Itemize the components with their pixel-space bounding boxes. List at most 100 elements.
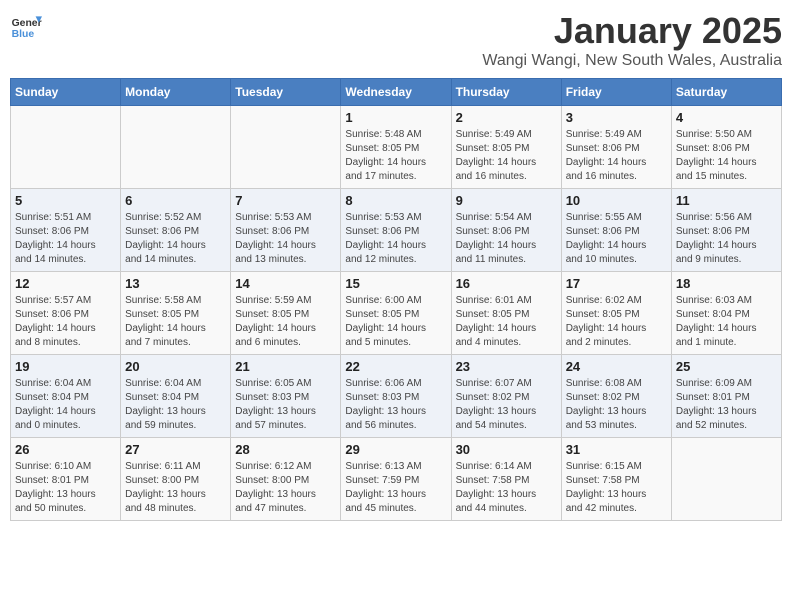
- table-row: 1 Sunrise: 5:48 AM Sunset: 8:05 PM Daylig…: [341, 106, 451, 189]
- table-row: 16 Sunrise: 6:01 AM Sunset: 8:05 PM Dayli…: [451, 272, 561, 355]
- calendar-table: Sunday Monday Tuesday Wednesday Thursday…: [10, 78, 782, 521]
- day-info: Sunrise: 5:56 AM Sunset: 8:06 PM Dayligh…: [676, 211, 777, 267]
- table-row: 17 Sunrise: 6:02 AM Sunset: 8:05 PM Dayli…: [561, 272, 671, 355]
- day-info: Sunrise: 6:14 AM Sunset: 7:58 PM Dayligh…: [456, 460, 557, 516]
- table-row: 15Sunrise: 6:00 AM Sunset: 8:05 PM Dayli…: [341, 272, 451, 355]
- table-row: 2 Sunrise: 5:49 AM Sunset: 8:05 PM Daylig…: [451, 106, 561, 189]
- day-number: 6: [125, 193, 226, 208]
- day-info: Sunrise: 5:54 AM Sunset: 8:06 PM Dayligh…: [456, 211, 557, 267]
- day-info: Sunrise: 5:55 AM Sunset: 8:06 PM Dayligh…: [566, 211, 667, 267]
- day-number: 7: [235, 193, 336, 208]
- day-number: 4: [676, 110, 777, 125]
- table-row: [11, 106, 121, 189]
- table-row: 25 Sunrise: 6:09 AM Sunset: 8:01 PM Dayli…: [671, 355, 781, 438]
- table-row: 8 Sunrise: 5:53 AM Sunset: 8:06 PM Daylig…: [341, 189, 451, 272]
- calendar-title: January 2025: [482, 10, 782, 52]
- header-wednesday: Wednesday: [341, 79, 451, 106]
- day-info: Sunrise: 6:12 AM Sunset: 8:00 PM Dayligh…: [235, 460, 336, 516]
- day-info: Sunrise: 5:49 AM Sunset: 8:05 PM Dayligh…: [456, 128, 557, 184]
- day-number: 12: [15, 276, 116, 291]
- header-monday: Monday: [121, 79, 231, 106]
- header-saturday: Saturday: [671, 79, 781, 106]
- day-number: 29: [345, 442, 446, 457]
- day-number: 30: [456, 442, 557, 457]
- day-number: 28: [235, 442, 336, 457]
- day-number: 11: [676, 193, 777, 208]
- table-row: 13 Sunrise: 5:58 AM Sunset: 8:05 PM Dayli…: [121, 272, 231, 355]
- table-row: 29 Sunrise: 6:13 AM Sunset: 7:59 PM Dayli…: [341, 438, 451, 521]
- day-info: Sunrise: 6:07 AM Sunset: 8:02 PM Dayligh…: [456, 377, 557, 433]
- day-number: 31: [566, 442, 667, 457]
- day-info: Sunrise: 6:02 AM Sunset: 8:05 PM Dayligh…: [566, 294, 667, 350]
- logo-icon: General Blue: [10, 10, 42, 42]
- table-row: 12 Sunrise: 5:57 AM Sunset: 8:06 PM Dayli…: [11, 272, 121, 355]
- page-header: General Blue January 2025 Wangi Wangi, N…: [10, 10, 782, 70]
- table-row: 26Sunrise: 6:10 AM Sunset: 8:01 PM Dayli…: [11, 438, 121, 521]
- day-number: 3: [566, 110, 667, 125]
- day-info: Sunrise: 5:51 AM Sunset: 8:06 PM Dayligh…: [15, 211, 116, 267]
- day-number: 1: [345, 110, 446, 125]
- table-row: [671, 438, 781, 521]
- table-row: 28 Sunrise: 6:12 AM Sunset: 8:00 PM Dayli…: [231, 438, 341, 521]
- day-number: 26: [15, 442, 116, 457]
- day-info: Sunrise: 5:57 AM Sunset: 8:06 PM Dayligh…: [15, 294, 116, 350]
- day-number: 19: [15, 359, 116, 374]
- title-block: January 2025 Wangi Wangi, New South Wale…: [482, 10, 782, 70]
- day-number: 27: [125, 442, 226, 457]
- svg-text:Blue: Blue: [12, 29, 35, 40]
- day-number: 9: [456, 193, 557, 208]
- day-number: 8: [345, 193, 446, 208]
- day-number: 2: [456, 110, 557, 125]
- table-row: 18Sunrise: 6:03 AM Sunset: 8:04 PM Dayli…: [671, 272, 781, 355]
- day-info: Sunrise: 5:48 AM Sunset: 8:05 PM Dayligh…: [345, 128, 446, 184]
- table-row: [121, 106, 231, 189]
- day-number: 23: [456, 359, 557, 374]
- table-row: 20 Sunrise: 6:04 AM Sunset: 8:04 PM Dayli…: [121, 355, 231, 438]
- day-number: 21: [235, 359, 336, 374]
- day-info: Sunrise: 6:01 AM Sunset: 8:05 PM Dayligh…: [456, 294, 557, 350]
- table-row: [231, 106, 341, 189]
- day-info: Sunrise: 6:04 AM Sunset: 8:04 PM Dayligh…: [125, 377, 226, 433]
- header-sunday: Sunday: [11, 79, 121, 106]
- day-info: Sunrise: 5:50 AM Sunset: 8:06 PM Dayligh…: [676, 128, 777, 184]
- day-info: Sunrise: 6:06 AM Sunset: 8:03 PM Dayligh…: [345, 377, 446, 433]
- day-number: 17: [566, 276, 667, 291]
- table-row: 27 Sunrise: 6:11 AM Sunset: 8:00 PM Dayli…: [121, 438, 231, 521]
- day-info: Sunrise: 6:04 AM Sunset: 8:04 PM Dayligh…: [15, 377, 116, 433]
- table-row: 22 Sunrise: 6:06 AM Sunset: 8:03 PM Dayli…: [341, 355, 451, 438]
- day-info: Sunrise: 5:53 AM Sunset: 8:06 PM Dayligh…: [345, 211, 446, 267]
- table-row: 30 Sunrise: 6:14 AM Sunset: 7:58 PM Dayli…: [451, 438, 561, 521]
- day-info: Sunrise: 5:52 AM Sunset: 8:06 PM Dayligh…: [125, 211, 226, 267]
- day-info: Sunrise: 6:11 AM Sunset: 8:00 PM Dayligh…: [125, 460, 226, 516]
- table-row: 11 Sunrise: 5:56 AM Sunset: 8:06 PM Dayli…: [671, 189, 781, 272]
- day-number: 13: [125, 276, 226, 291]
- table-row: 10 Sunrise: 5:55 AM Sunset: 8:06 PM Dayli…: [561, 189, 671, 272]
- day-number: 25: [676, 359, 777, 374]
- day-info: Sunrise: 5:59 AM Sunset: 8:05 PM Dayligh…: [235, 294, 336, 350]
- day-number: 10: [566, 193, 667, 208]
- calendar-week-4: 19 Sunrise: 6:04 AM Sunset: 8:04 PM Dayli…: [11, 355, 782, 438]
- table-row: 6 Sunrise: 5:52 AM Sunset: 8:06 PM Daylig…: [121, 189, 231, 272]
- day-info: Sunrise: 6:08 AM Sunset: 8:02 PM Dayligh…: [566, 377, 667, 433]
- day-info: Sunrise: 6:13 AM Sunset: 7:59 PM Dayligh…: [345, 460, 446, 516]
- day-info: Sunrise: 5:58 AM Sunset: 8:05 PM Dayligh…: [125, 294, 226, 350]
- day-info: Sunrise: 6:09 AM Sunset: 8:01 PM Dayligh…: [676, 377, 777, 433]
- table-row: 19 Sunrise: 6:04 AM Sunset: 8:04 PM Dayli…: [11, 355, 121, 438]
- day-number: 14: [235, 276, 336, 291]
- table-row: 4 Sunrise: 5:50 AM Sunset: 8:06 PM Daylig…: [671, 106, 781, 189]
- weekday-header-row: Sunday Monday Tuesday Wednesday Thursday…: [11, 79, 782, 106]
- calendar-week-3: 12 Sunrise: 5:57 AM Sunset: 8:06 PM Dayli…: [11, 272, 782, 355]
- day-number: 15: [345, 276, 446, 291]
- table-row: 31 Sunrise: 6:15 AM Sunset: 7:58 PM Dayli…: [561, 438, 671, 521]
- header-tuesday: Tuesday: [231, 79, 341, 106]
- table-row: 14 Sunrise: 5:59 AM Sunset: 8:05 PM Dayli…: [231, 272, 341, 355]
- header-thursday: Thursday: [451, 79, 561, 106]
- day-number: 20: [125, 359, 226, 374]
- day-number: 5: [15, 193, 116, 208]
- day-number: 22: [345, 359, 446, 374]
- day-info: Sunrise: 5:49 AM Sunset: 8:06 PM Dayligh…: [566, 128, 667, 184]
- table-row: 24Sunrise: 6:08 AM Sunset: 8:02 PM Dayli…: [561, 355, 671, 438]
- calendar-week-5: 26Sunrise: 6:10 AM Sunset: 8:01 PM Dayli…: [11, 438, 782, 521]
- day-number: 16: [456, 276, 557, 291]
- day-info: Sunrise: 6:15 AM Sunset: 7:58 PM Dayligh…: [566, 460, 667, 516]
